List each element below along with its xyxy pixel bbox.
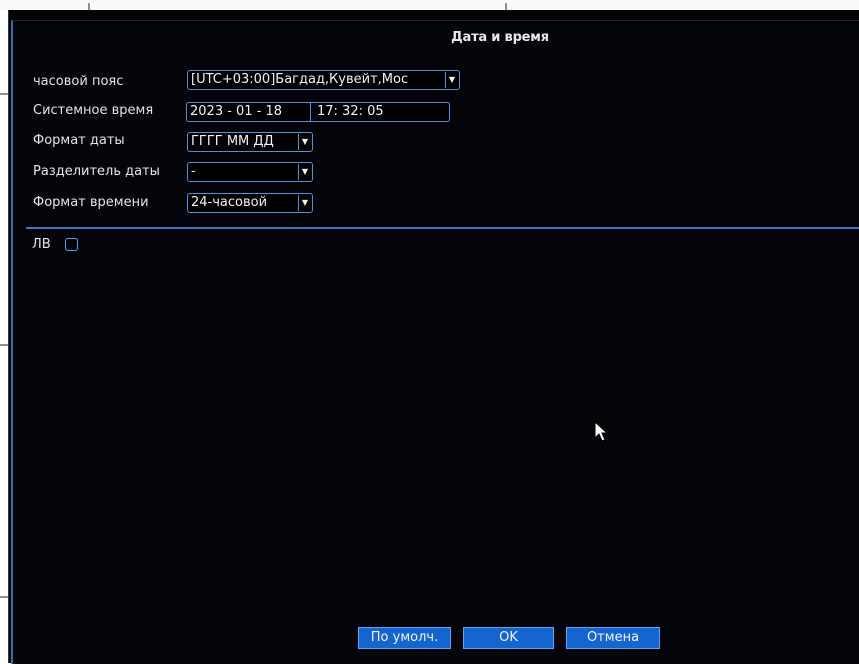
chevron-down-icon[interactable]: ▼ [298,164,311,180]
date-separator-select[interactable]: - ▼ [187,162,313,182]
date-format-select[interactable]: ГГГГ ММ ДД ▼ [187,132,313,152]
top-strip [0,0,859,10]
time-format-select[interactable]: 24-часовой ▼ [187,193,313,213]
system-time-input[interactable]: 17: 32: 05 [317,103,384,121]
dialog-title: Дата и время [451,30,549,45]
default-button[interactable]: По умолч. [358,627,451,649]
timezone-select[interactable]: [UTC+03:00]Багдад,Кувейт,Мос ▼ [187,70,460,90]
system-date-input[interactable]: 2023 - 01 - 18 [190,103,282,121]
system-time-field[interactable]: 2023 - 01 - 18 17: 32: 05 [186,102,450,122]
divider [0,93,8,95]
timezone-label: часовой пояс [33,74,124,89]
section-divider [26,227,859,229]
date-separator-value: - [191,164,196,179]
divider [88,3,90,10]
mouse-pointer-icon [594,421,609,442]
date-format-value: ГГГГ ММ ДД [191,134,274,149]
ok-button[interactable]: OK [463,627,554,649]
date-format-label: Формат даты [33,133,125,148]
time-format-value: 24-часовой [191,195,268,210]
dst-checkbox[interactable] [65,238,78,251]
date-separator-label: Разделитель даты [33,164,160,179]
time-format-label: Формат времени [33,195,149,210]
divider [0,596,8,598]
divider [505,3,507,10]
cancel-button[interactable]: Отмена [566,627,660,649]
chevron-down-icon[interactable]: ▼ [445,72,458,88]
chevron-down-icon[interactable]: ▼ [298,134,311,150]
system-time-label: Системное время [33,103,154,118]
dst-label: ЛВ [32,237,51,252]
timezone-value: [UTC+03:00]Багдад,Кувейт,Мос [191,72,409,87]
chevron-down-icon[interactable]: ▼ [298,195,311,211]
divider [0,344,8,346]
date-time-divider [310,103,311,121]
